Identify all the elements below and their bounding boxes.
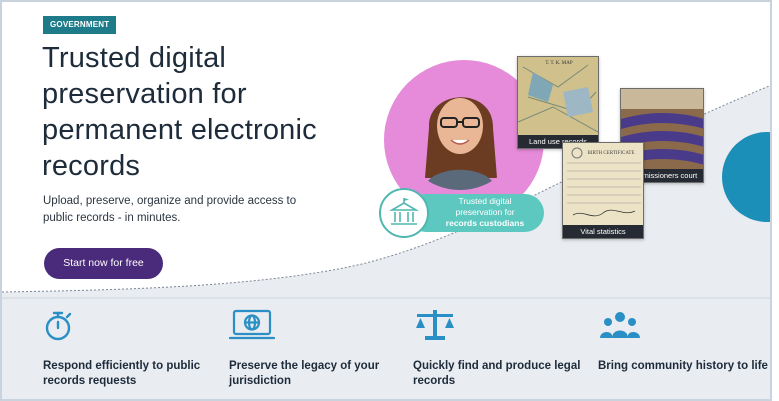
pill-line-1: Trusted digital [458, 196, 512, 206]
svg-text:T. T. K. MAP: T. T. K. MAP [545, 61, 572, 66]
custodian-photo [399, 68, 521, 190]
svg-text:BIRTH CERTIFICATE: BIRTH CERTIFICATE [587, 151, 634, 156]
custodians-pill: Trusted digital preservation for records… [379, 188, 544, 238]
stopwatch-icon [45, 311, 72, 341]
hero-page: GOVERNMENT Trusted digital preservation … [0, 0, 772, 401]
pill-line-3: records custodians [445, 218, 525, 228]
vital-statistics-caption: Vital statistics [563, 225, 643, 238]
pill-line-2: preservation for [455, 207, 515, 217]
pill-text: Trusted digital preservation for records… [435, 196, 535, 229]
category-badge: GOVERNMENT [43, 16, 117, 34]
scales-icon [416, 310, 454, 340]
feature-title: Preserve the legacy of your jurisdiction [229, 360, 380, 387]
pill-icon-circle [379, 188, 429, 238]
start-free-button[interactable]: Start now for free [44, 248, 163, 279]
page-title: Trusted digital preservation for permane… [42, 42, 317, 182]
features-row: Respond efficiently to public records re… [2, 298, 770, 399]
land-use-card: T. T. K. MAP Land use records [517, 56, 599, 149]
feature-title: Respond efficiently to public records re… [43, 360, 201, 387]
laptop-globe-icon [229, 309, 275, 340]
hero-subtitle: Upload, preserve, organize and provide a… [43, 195, 297, 224]
community-icon [600, 312, 640, 338]
feature-title: Quickly find and produce legal records [413, 360, 581, 387]
feature-title: Bring community history to life [598, 360, 768, 372]
vital-statistics-card: BIRTH CERTIFICATE Vital statistics [562, 142, 644, 239]
courthouse-icon [389, 198, 419, 225]
